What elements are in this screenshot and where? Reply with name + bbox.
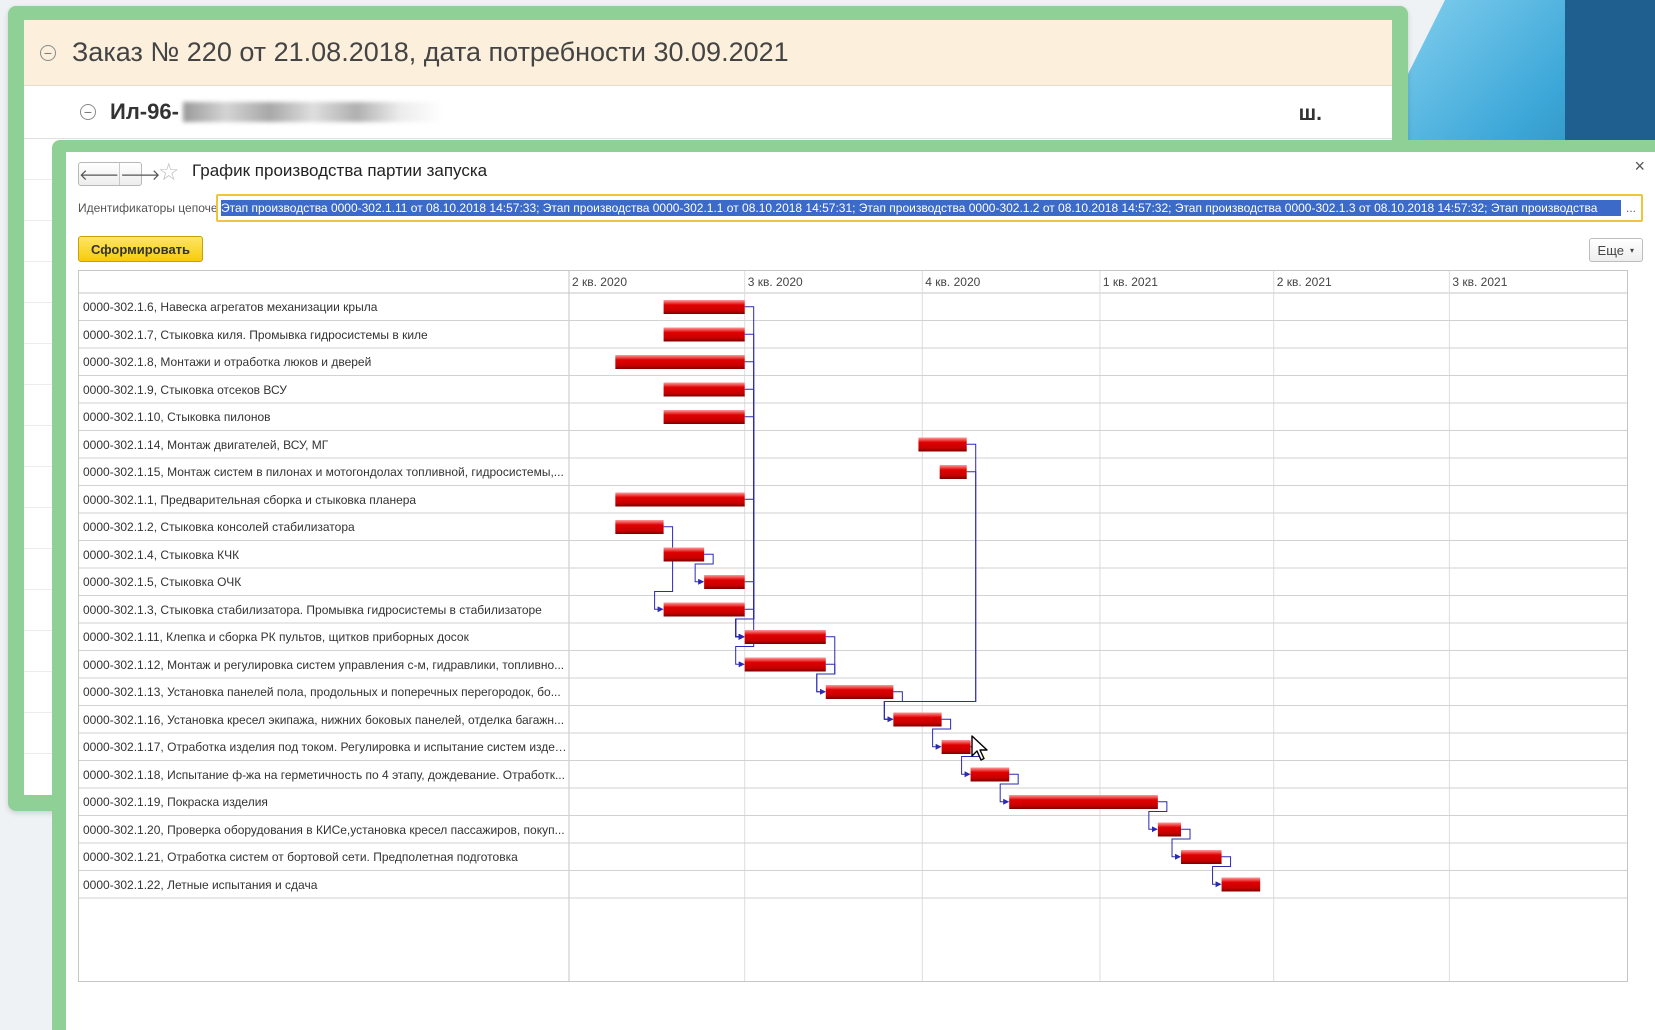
task-label[interactable]: 0000-302.1.13, Установка панелей пола, п…	[83, 685, 567, 699]
task-bar[interactable]	[893, 712, 942, 727]
gantt-canvas	[79, 271, 1627, 981]
back-arrow-icon[interactable]: 🡐	[79, 163, 119, 185]
chains-value[interactable]: Этап производства 0000-302.1.11 от 08.10…	[221, 200, 1621, 216]
task-bar[interactable]	[663, 410, 745, 424]
task-bar[interactable]	[663, 547, 705, 562]
task-label[interactable]: 0000-302.1.5, Стыковка ОЧК	[83, 575, 567, 589]
navigation-buttons: 🡐 🡒	[78, 162, 160, 186]
quarter-label: 3 кв. 2021	[1452, 275, 1508, 289]
task-label[interactable]: 0000-302.1.14, Монтаж двигателей, ВСУ, М…	[83, 438, 567, 452]
more-button[interactable]: Еще ▾	[1588, 238, 1643, 262]
task-bar[interactable]	[1221, 877, 1261, 892]
task-bar[interactable]	[970, 767, 1010, 782]
task-label[interactable]: 0000-302.1.18, Испытание ф-жа на гермети…	[83, 768, 567, 782]
task-label[interactable]: 0000-302.1.17, Отработка изделия под ток…	[83, 740, 567, 754]
task-bar[interactable]	[744, 657, 826, 672]
product-row[interactable]: − Ил-96-	[24, 86, 1392, 139]
quarter-label: 1 кв. 2021	[1102, 275, 1158, 289]
gantt-chart[interactable]: 2 кв. 2020 3 кв. 2020 4 кв. 2020 1 кв. 2021…	[78, 270, 1628, 982]
task-label[interactable]: 0000-302.1.9, Стыковка отсеков ВСУ	[83, 383, 567, 397]
task-bar[interactable]	[918, 437, 967, 452]
gantt-window-content: × 🡐 🡒 ☆ График производства партии запус…	[66, 152, 1655, 1030]
order-title: Заказ № 220 от 21.08.2018, дата потребно…	[72, 37, 789, 67]
quarter-label: 2 кв. 2021	[1276, 275, 1332, 289]
product-title: Ил-96-	[110, 99, 179, 124]
collapse-icon[interactable]: −	[80, 104, 96, 120]
forward-arrow-icon[interactable]: 🡒	[119, 163, 160, 185]
task-label[interactable]: 0000-302.1.16, Установка кресел экипажа,…	[83, 713, 567, 727]
task-bar[interactable]	[615, 492, 745, 507]
task-label[interactable]: 0000-302.1.11, Клепка и сборка РК пульто…	[83, 630, 567, 644]
task-bar[interactable]	[941, 740, 971, 754]
task-label[interactable]: 0000-302.1.10, Стыковка пилонов	[83, 410, 567, 424]
chains-input[interactable]: Этап производства 0000-302.1.11 от 08.10…	[216, 194, 1643, 222]
gantt-window: × 🡐 🡒 ☆ График производства партии запус…	[52, 140, 1655, 1030]
task-bar[interactable]	[663, 382, 745, 397]
task-label[interactable]: 0000-302.1.6, Навеска агрегатов механиза…	[83, 300, 567, 314]
task-bar[interactable]	[1009, 795, 1158, 809]
chevron-down-icon: ▾	[1629, 245, 1634, 255]
task-bar[interactable]	[744, 630, 826, 644]
task-label[interactable]: 0000-302.1.7, Стыковка киля. Промывка ги…	[83, 328, 567, 342]
task-label[interactable]: 0000-302.1.15, Монтаж систем в пилонах и…	[83, 465, 567, 479]
task-bar[interactable]	[663, 602, 745, 617]
task-label[interactable]: 0000-302.1.2, Стыковка консолей стабилиз…	[83, 520, 567, 534]
task-bar[interactable]	[1181, 850, 1222, 864]
quarter-label: 4 кв. 2020	[925, 275, 981, 289]
task-label[interactable]: 0000-302.1.12, Монтаж и регулировка сист…	[83, 658, 567, 672]
task-bar[interactable]	[615, 520, 664, 534]
favorite-star-icon[interactable]: ☆	[158, 158, 180, 187]
collapse-icon[interactable]: −	[40, 44, 56, 61]
task-label[interactable]: 0000-302.1.19, Покраска изделия	[83, 795, 567, 809]
task-label[interactable]: 0000-302.1.3, Стыковка стабилизатора. Пр…	[83, 603, 567, 617]
quarter-label: 3 кв. 2020	[747, 275, 803, 289]
chains-select-button[interactable]: ...	[1621, 201, 1641, 215]
task-bar[interactable]	[615, 355, 745, 369]
task-bar[interactable]	[663, 327, 745, 342]
task-label[interactable]: 0000-302.1.21, Отработка систем от борто…	[83, 850, 567, 864]
task-label[interactable]: 0000-302.1.4, Стыковка КЧК	[83, 548, 567, 562]
chains-label: Идентификаторы цепочек:	[78, 201, 227, 215]
quarter-label: 2 кв. 2020	[572, 275, 627, 289]
mouse-cursor-icon	[971, 735, 988, 761]
task-label[interactable]: 0000-302.1.22, Летные испытания и сдача	[83, 878, 567, 892]
task-bar[interactable]	[939, 465, 967, 479]
blurred-text	[182, 102, 443, 122]
more-button-label: Еще	[1597, 242, 1624, 258]
window-title: График производства партии запуска	[192, 161, 488, 180]
task-bar[interactable]	[663, 300, 745, 314]
task-label[interactable]: 0000-302.1.20, Проверка оборудования в К…	[83, 823, 567, 837]
close-button[interactable]: ×	[1634, 156, 1645, 177]
generate-button[interactable]: Сформировать	[78, 236, 204, 262]
task-bar[interactable]	[704, 575, 745, 589]
unit-label: ш.	[1298, 102, 1322, 125]
task-label[interactable]: 0000-302.1.8, Монтажи и отработка люков …	[83, 355, 567, 369]
task-bar[interactable]	[1157, 822, 1182, 837]
order-header-row[interactable]: − Заказ № 220 от 21.08.2018, дата потреб…	[24, 20, 1392, 86]
task-label[interactable]: 0000-302.1.1, Предварительная сборка и с…	[83, 493, 567, 507]
task-bar[interactable]	[825, 685, 894, 699]
